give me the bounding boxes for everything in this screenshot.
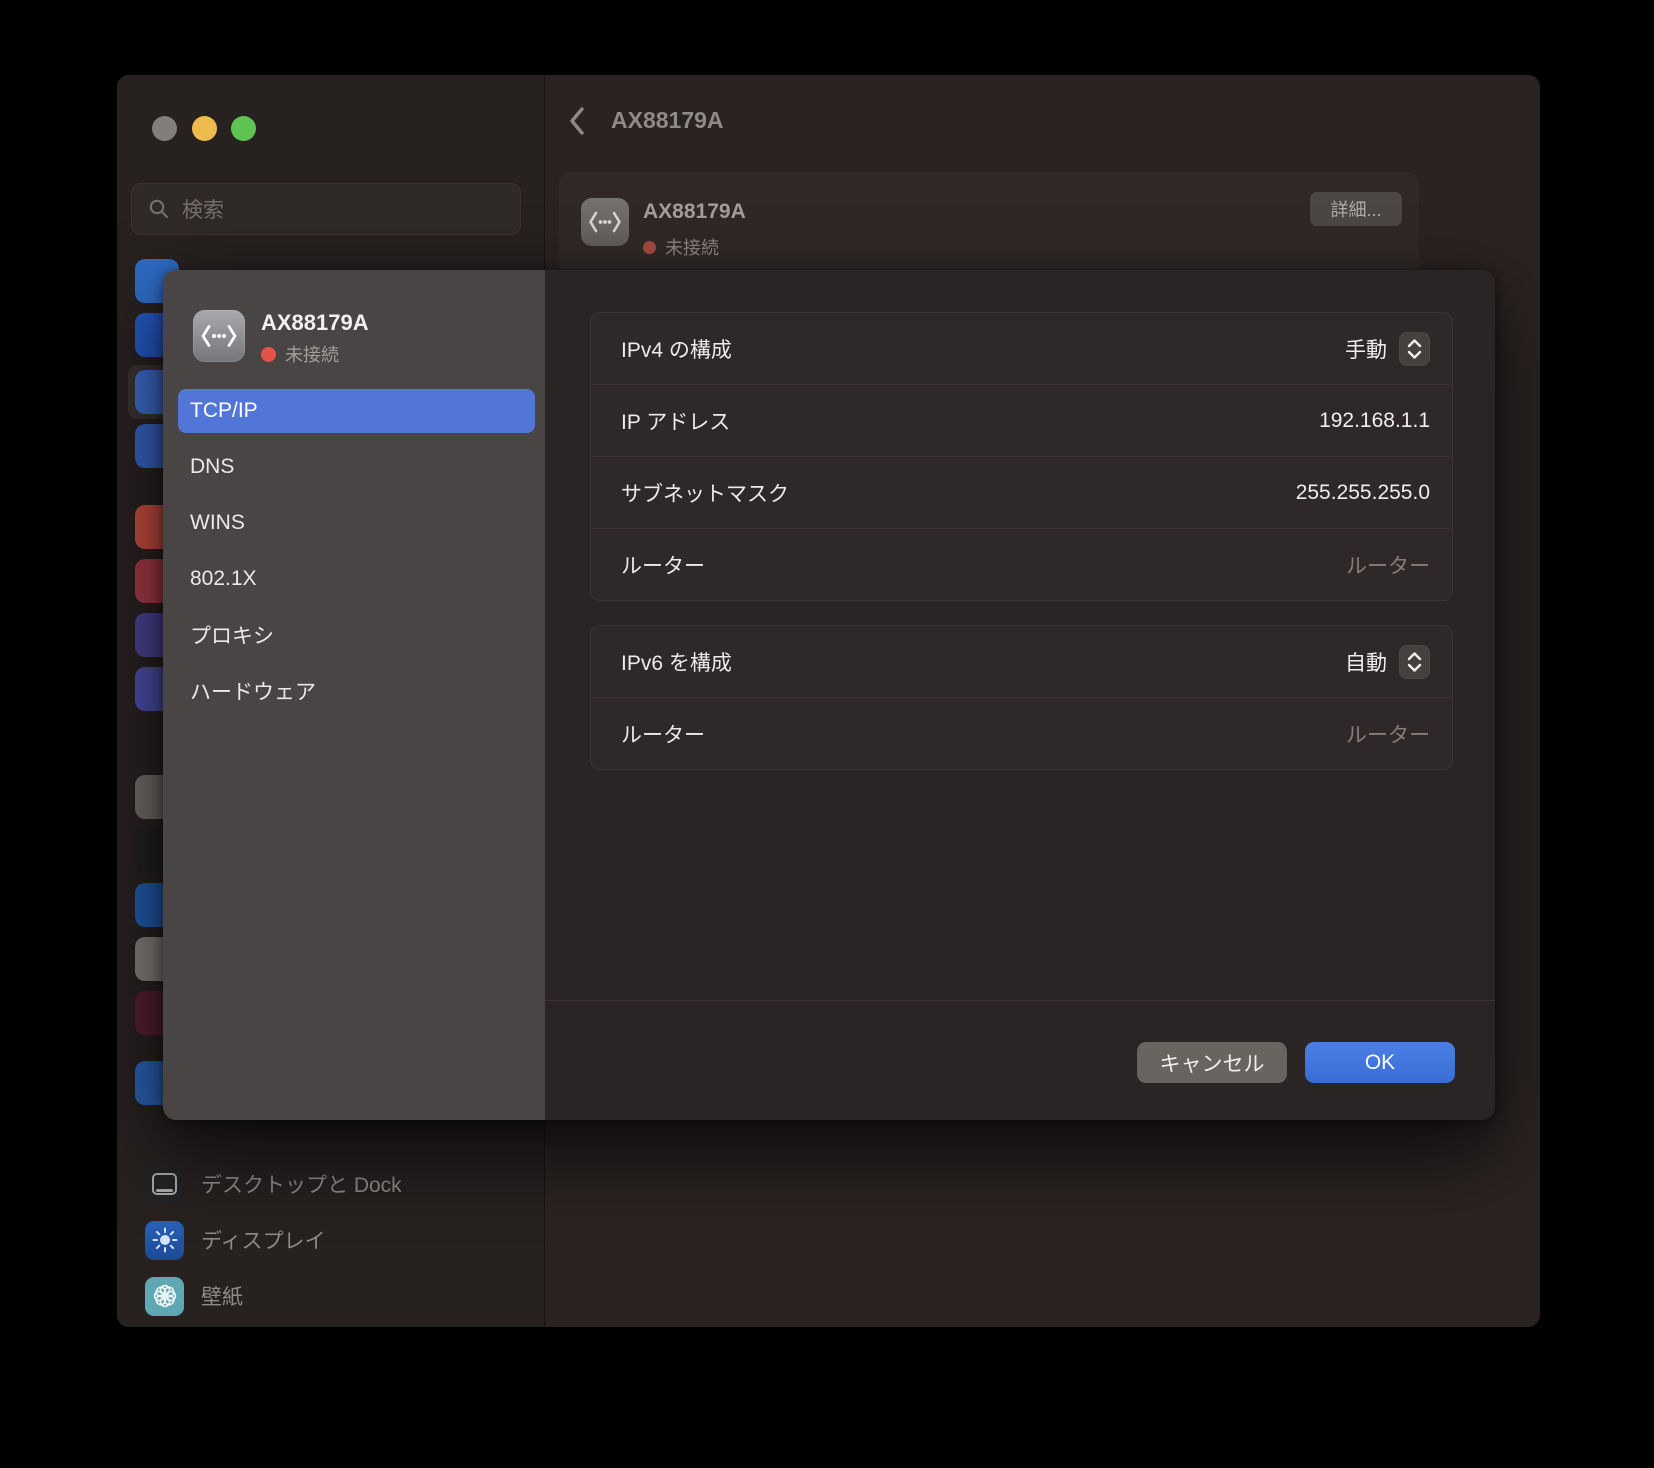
- zoom-window-button[interactable]: [231, 116, 256, 141]
- ipv6-config-value: 自動: [1345, 647, 1387, 677]
- chevron-up-down-icon: [1406, 338, 1423, 360]
- chevron-left-icon: [568, 105, 586, 137]
- tab-802-1x[interactable]: 802.1X: [178, 557, 535, 601]
- tab-hardware[interactable]: ハードウェア: [178, 669, 535, 713]
- minimize-window-button[interactable]: [192, 116, 217, 141]
- ipv6-settings-group: IPv6 を構成 自動 ルーター ルーター: [590, 625, 1453, 770]
- dialog-sidebar: AX88179A 未接続 TCP/IP DNS WINS 802.1X プロキシ…: [163, 270, 545, 1120]
- tab-dns[interactable]: DNS: [178, 445, 535, 489]
- device-name: AX88179A: [643, 200, 746, 224]
- wallpaper-icon: [145, 1277, 184, 1316]
- dialog-device-status: 未接続: [261, 341, 369, 367]
- subnet-mask-row: サブネットマスク 255.255.255.0: [591, 456, 1452, 528]
- cancel-button[interactable]: キャンセル: [1137, 1042, 1287, 1083]
- status-dot: [643, 241, 656, 254]
- ok-button[interactable]: OK: [1305, 1042, 1455, 1083]
- dialog-nav: TCP/IP DNS WINS 802.1X プロキシ ハードウェア: [163, 389, 545, 725]
- ipv6-router-row: ルーター ルーター: [591, 697, 1452, 769]
- dialog-device-name: AX88179A: [261, 310, 369, 336]
- ipv4-config-value: 手動: [1345, 334, 1387, 364]
- screen: 検索 デスクトップと Dock: [0, 0, 1654, 1468]
- tab-tcp-ip[interactable]: TCP/IP: [178, 389, 535, 433]
- dialog-device-header: AX88179A 未接続: [193, 310, 369, 367]
- tab-wins[interactable]: WINS: [178, 501, 535, 545]
- ipv4-config-stepper[interactable]: [1399, 332, 1430, 366]
- ipv6-config-stepper[interactable]: [1399, 645, 1430, 679]
- ip-address-field[interactable]: 192.168.1.1: [1319, 409, 1430, 433]
- display-icon: [145, 1221, 184, 1260]
- subnet-mask-field[interactable]: 255.255.255.0: [1296, 481, 1430, 505]
- ipv4-router-row: ルーター ルーター: [591, 528, 1452, 600]
- ipv4-router-field[interactable]: ルーター: [1346, 550, 1430, 580]
- ip-address-row: IP アドレス 192.168.1.1: [591, 384, 1452, 456]
- chevron-up-down-icon: [1406, 651, 1423, 673]
- ethernet-adapter-icon: [581, 198, 629, 246]
- sidebar-item-display[interactable]: ディスプレイ: [117, 1215, 544, 1265]
- tab-proxy[interactable]: プロキシ: [178, 613, 535, 657]
- dialog-content: IPv4 の構成 手動 IP アドレス 192.168.1.1: [545, 270, 1495, 1120]
- close-window-button[interactable]: [152, 116, 177, 141]
- details-button[interactable]: 詳細...: [1310, 192, 1402, 226]
- ipv6-router-field[interactable]: ルーター: [1346, 719, 1430, 749]
- sidebar-item-wallpaper[interactable]: 壁紙: [117, 1271, 544, 1321]
- network-settings-dialog: AX88179A 未接続 TCP/IP DNS WINS 802.1X プロキシ…: [163, 270, 1495, 1120]
- search-input[interactable]: 検索: [131, 183, 521, 235]
- ipv6-config-row: IPv6 を構成 自動: [591, 626, 1452, 697]
- device-card: AX88179A 未接続 詳細...: [559, 172, 1419, 277]
- ipv4-settings-group: IPv4 の構成 手動 IP アドレス 192.168.1.1: [590, 312, 1453, 601]
- search-placeholder: 検索: [182, 194, 224, 224]
- search-icon: [148, 198, 170, 220]
- sidebar-item-desktop-dock[interactable]: デスクトップと Dock: [117, 1159, 544, 1209]
- dialog-footer-divider: [545, 1000, 1495, 1001]
- ipv4-config-row: IPv4 の構成 手動: [591, 313, 1452, 384]
- ethernet-adapter-icon: [193, 310, 245, 362]
- status-dot: [261, 347, 276, 362]
- page-title: AX88179A: [611, 107, 724, 134]
- device-status: 未接続: [643, 234, 719, 260]
- desktop-dock-icon: [145, 1165, 184, 1204]
- back-button[interactable]: [557, 99, 597, 143]
